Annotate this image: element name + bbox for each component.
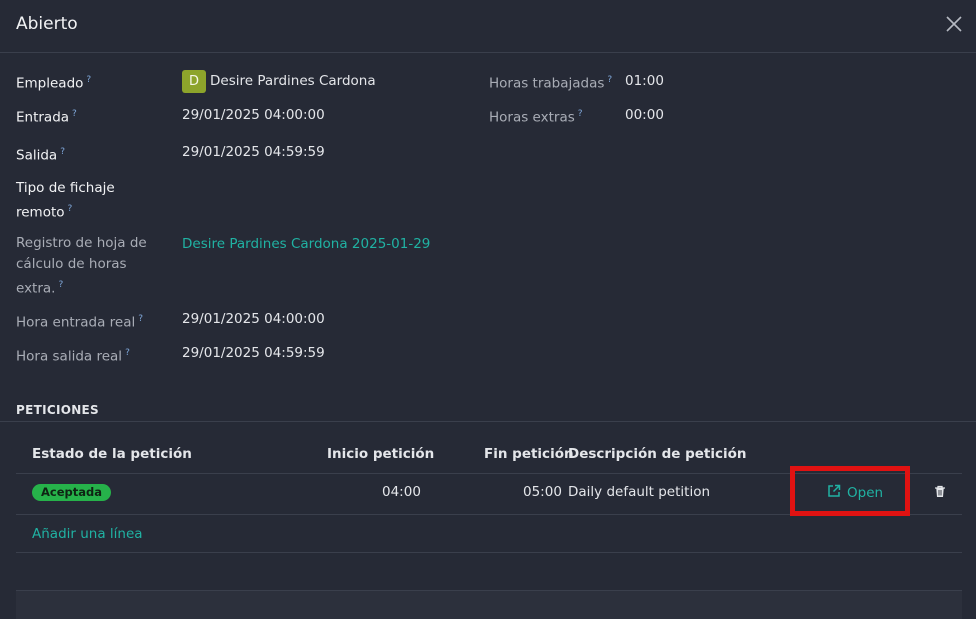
descripcion-cell: Daily default petition (568, 484, 711, 500)
open-button-label: Open (847, 485, 884, 501)
avatar: D (182, 70, 206, 93)
column-header-fin[interactable]: Fin petición (484, 446, 574, 462)
hora-entrada-real-label: Hora entrada real? (16, 309, 143, 334)
help-icon[interactable]: ? (138, 314, 143, 324)
column-header-inicio[interactable]: Inicio petición (327, 446, 434, 462)
horas-trabajadas-label-text: Horas trabajadas (489, 75, 605, 92)
column-header-estado[interactable]: Estado de la petición (32, 446, 192, 462)
hora-salida-real-label: Hora salida real? (16, 343, 130, 368)
registro-hoja-label-line1: Registro de hoja de (16, 235, 147, 251)
registro-hoja-link[interactable]: Desire Pardines Cardona 2025-01-29 (182, 234, 430, 255)
horas-extras-label-text: Horas extras (489, 109, 575, 126)
status-badge: Aceptada (32, 484, 111, 501)
open-button[interactable]: Open (790, 466, 910, 516)
entrada-value[interactable]: 29/01/2025 04:00:00 (182, 105, 325, 126)
horas-extras-value: 00:00 (625, 107, 664, 123)
tipo-fichaje-label-line2: remoto (16, 204, 65, 221)
registro-hoja-label-line2: cálculo de horas (16, 256, 127, 272)
empleado-value[interactable]: Desire Pardines Cardona (210, 71, 376, 92)
horas-extras-label: Horas extras? (489, 104, 583, 129)
open-button-content[interactable]: Open (827, 484, 883, 502)
entrada-label: Entrada? (16, 104, 77, 129)
table-row[interactable]: Aceptada 04:00 05:00 Daily default petit… (16, 466, 962, 516)
help-icon[interactable]: ? (86, 75, 91, 85)
registro-hoja-label-line3-wrap: extra.? (16, 275, 147, 300)
fin-cell: 05:00 (523, 484, 562, 500)
entrada-label-text: Entrada (16, 109, 70, 126)
hora-entrada-real-value[interactable]: 29/01/2025 04:00:00 (182, 309, 325, 330)
help-icon[interactable]: ? (58, 280, 63, 290)
add-line-link[interactable]: Añadir una línea (32, 526, 143, 542)
registro-hoja-label-line3: extra. (16, 280, 56, 297)
hora-entrada-real-label-text: Hora entrada real (16, 314, 136, 331)
salida-value[interactable]: 29/01/2025 04:59:59 (182, 142, 325, 163)
hora-salida-real-value[interactable]: 29/01/2025 04:59:59 (182, 343, 325, 364)
peticiones-section-title: PETICIONES (16, 403, 99, 417)
help-icon[interactable]: ? (72, 109, 77, 119)
empleado-label: Empleado? (16, 70, 91, 95)
table-footer (16, 590, 962, 619)
dialog-header: Abierto (0, 0, 976, 53)
help-icon[interactable]: ? (578, 109, 583, 119)
horas-trabajadas-value: 01:00 (625, 73, 664, 89)
empleado-label-text: Empleado (16, 75, 84, 92)
salida-label: Salida? (16, 142, 65, 167)
hora-salida-real-label-text: Hora salida real (16, 348, 123, 365)
help-icon[interactable]: ? (607, 75, 612, 85)
tipo-fichaje-label-line1: Tipo de fichaje (16, 180, 115, 196)
tipo-fichaje-label-line2-wrap: remoto? (16, 199, 115, 224)
external-link-icon (827, 484, 841, 502)
tipo-fichaje-label: Tipo de fichaje remoto? (16, 178, 115, 224)
trash-icon[interactable] (934, 485, 946, 502)
column-header-descripcion[interactable]: Descripción de petición (568, 446, 747, 462)
salida-label-text: Salida (16, 147, 58, 164)
close-icon[interactable] (945, 15, 963, 33)
registro-hoja-label: Registro de hoja de cálculo de horas ext… (16, 233, 147, 300)
horas-trabajadas-label: Horas trabajadas? (489, 70, 612, 95)
section-divider (0, 421, 976, 422)
help-icon[interactable]: ? (60, 147, 65, 157)
inicio-cell: 04:00 (382, 484, 421, 500)
add-line-row: Añadir una línea (16, 515, 962, 553)
dialog-title: Abierto (16, 14, 78, 34)
help-icon[interactable]: ? (68, 204, 73, 214)
help-icon[interactable]: ? (125, 348, 130, 358)
